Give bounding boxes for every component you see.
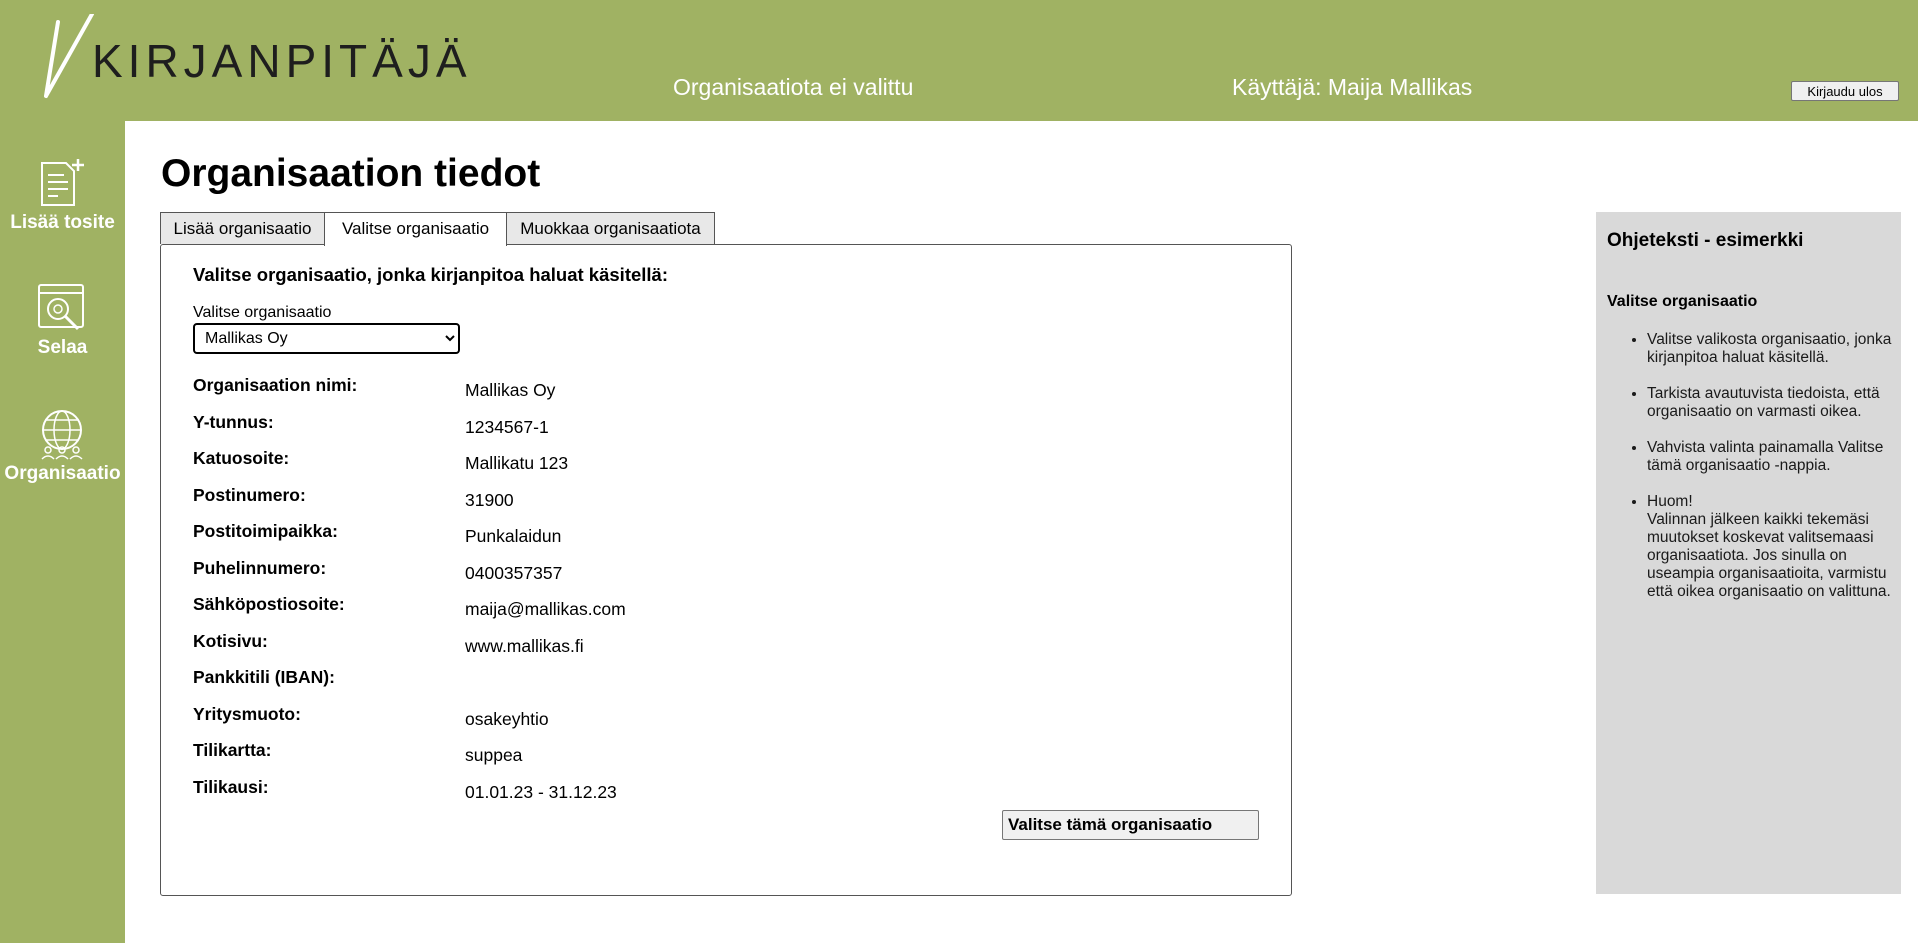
sidebar-item-browse[interactable]: Selaa xyxy=(0,282,125,392)
field-label-postcode: Postinumero: xyxy=(193,485,306,505)
field-value-homepage: www.mallikas.fi xyxy=(465,636,584,656)
sidebar: Lisää tosite Selaa Organisaatio xyxy=(0,121,125,943)
field-value-postcode: 31900 xyxy=(465,490,514,510)
field-value-chart-of-accounts: suppea xyxy=(465,745,523,765)
field-value-business-id: 1234567-1 xyxy=(465,417,549,437)
selected-organisation-status: Organisaatiota ei valittu xyxy=(673,74,914,100)
help-item: Huom!Valinnan jälkeen kaikki tekemäsi mu… xyxy=(1647,493,1892,601)
field-label-fiscal-period: Tilikausi: xyxy=(193,777,269,797)
field-label-iban: Pankkitili (IBAN): xyxy=(193,667,335,687)
page-title: Organisaation tiedot xyxy=(161,152,541,195)
app-logo: KIRJANPITÄJÄ xyxy=(44,14,467,100)
help-list: Valitse valikosta organisaatio, jonka ki… xyxy=(1607,331,1892,619)
field-value-name: Mallikas Oy xyxy=(465,380,556,400)
panel-heading: Valitse organisaatio, jonka kirjanpitoa … xyxy=(193,264,668,285)
tab-select-organisation[interactable]: Valitse organisaatio xyxy=(324,212,507,246)
organization-globe-icon xyxy=(36,408,88,460)
help-subtitle: Valitse organisaatio xyxy=(1607,293,1758,310)
help-note-text: Valinnan jälkeen kaikki tekemäsi muutoks… xyxy=(1647,511,1891,600)
sidebar-item-organisation[interactable]: Organisaatio xyxy=(0,408,125,518)
field-value-company-form: osakeyhtio xyxy=(465,709,549,729)
add-document-icon xyxy=(36,157,88,209)
field-value-city: Punkalaidun xyxy=(465,526,562,546)
organisation-select[interactable]: Mallikas Oy xyxy=(193,323,460,354)
sidebar-item-add-document[interactable]: Lisää tosite xyxy=(0,157,125,267)
sidebar-item-label: Selaa xyxy=(37,337,88,358)
browse-search-icon xyxy=(36,282,88,334)
field-value-fiscal-period: 01.01.23 - 31.12.23 xyxy=(465,782,617,802)
help-item: Tarkista avautuvista tiedoista, että org… xyxy=(1647,385,1892,421)
field-value-email: maija@mallikas.com xyxy=(465,599,626,619)
field-label-business-id: Y-tunnus: xyxy=(193,412,274,432)
field-label-city: Postitoimipaikka: xyxy=(193,521,338,541)
logout-button[interactable]: Kirjaudu ulos xyxy=(1791,81,1899,101)
field-label-phone: Puhelinnumero: xyxy=(193,558,327,578)
field-label-street: Katuosoite: xyxy=(193,448,290,468)
select-organisation-button[interactable]: Valitse tämä organisaatio xyxy=(1002,810,1259,840)
field-value-phone: 0400357357 xyxy=(465,563,563,583)
select-label: Valitse organisaatio xyxy=(193,304,332,321)
field-label-chart-of-accounts: Tilikartta: xyxy=(193,740,272,760)
current-user: Käyttäjä: Maija Mallikas xyxy=(1232,74,1473,100)
sidebar-item-label: Lisää tosite xyxy=(10,212,115,233)
field-label-company-form: Yritysmuoto: xyxy=(193,704,301,724)
help-title: Ohjeteksti - esimerkki xyxy=(1607,230,1804,251)
logo-text: KIRJANPITÄJÄ xyxy=(92,35,472,87)
app-header: KIRJANPITÄJÄ Organisaatiota ei valittu K… xyxy=(0,0,1918,121)
field-value-street: Mallikatu 123 xyxy=(465,453,569,473)
help-item: Vahvista valinta painamalla Valitse tämä… xyxy=(1647,439,1892,475)
field-label-homepage: Kotisivu: xyxy=(193,631,268,651)
tab-edit-organisation[interactable]: Muokkaa organisaatiota xyxy=(506,212,715,244)
help-item: Valitse valikosta organisaatio, jonka ki… xyxy=(1647,331,1892,367)
help-note-title: Huom! xyxy=(1647,493,1693,510)
sidebar-item-label: Organisaatio xyxy=(4,463,121,484)
tab-add-organisation[interactable]: Lisää organisaatio xyxy=(160,212,325,244)
field-label-email: Sähköpostiosoite: xyxy=(193,594,345,614)
field-label-name: Organisaation nimi: xyxy=(193,375,358,395)
